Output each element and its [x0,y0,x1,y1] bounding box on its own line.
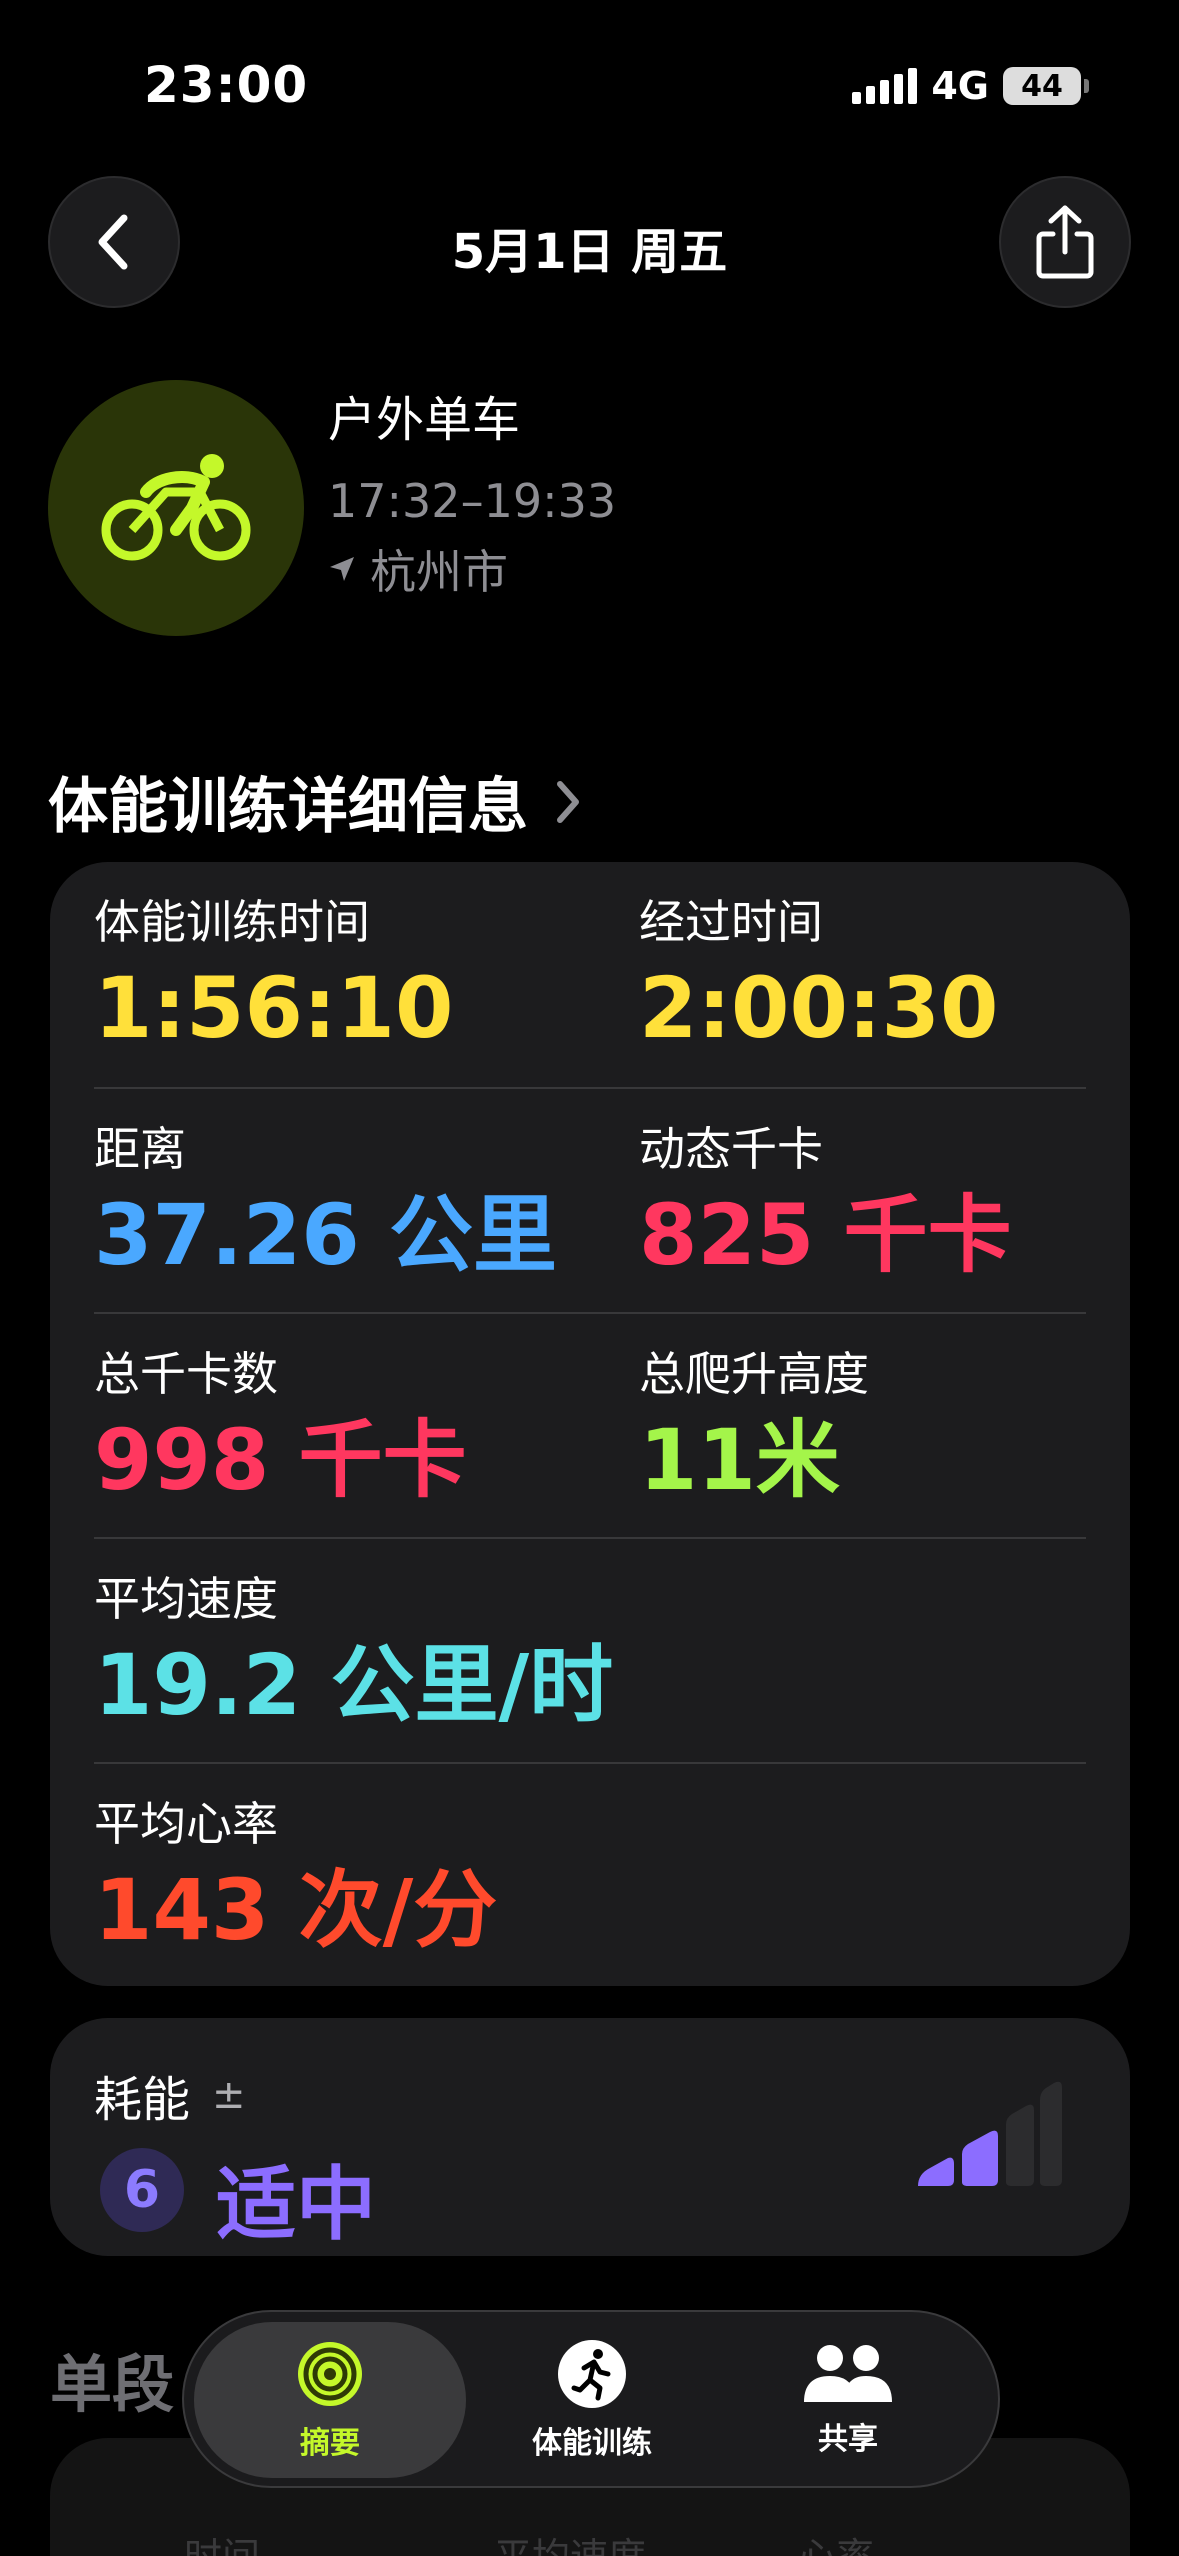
metric-value: 11米 [639,1411,840,1509]
effort-bars-icon [918,2081,1062,2186]
metric-total-calories: 总千卡数 998 千卡 [94,1344,467,1512]
battery-icon: 44 [1003,67,1089,105]
metric-label: 动态千卡 [639,1122,823,1176]
tab-workouts[interactable]: 体能训练 [456,2322,728,2478]
segments-column-header: 时间 [184,2526,260,2556]
metric-value: 1:56:10 [94,959,454,1057]
metric-value: 2:00:30 [639,959,999,1057]
metrics-row: 距离 37.26 公里 动态千卡 825 千卡 [94,1087,1086,1312]
tab-label: 摘要 [300,2426,360,2461]
activity-rings-icon [298,2342,362,2406]
effort-card[interactable]: 耗能 ± 6 适中 [50,2018,1130,2256]
metrics-row: 体能训练时间 1:56:10 经过时间 2:00:30 [94,862,1086,1087]
signal-icon [852,68,918,104]
effort-label-text: 耗能 [94,2072,191,2128]
metric-label: 经过时间 [639,895,823,949]
share-icon [1036,205,1094,279]
cycling-icon [101,454,251,561]
metric-label: 平均速度 [94,1572,278,1626]
effort-level: 适中 [216,2158,376,2251]
effort-label: 耗能 ± [94,2060,246,2130]
location-text: 杭州市 [370,545,508,599]
section-title-text: 体能训练详细信息 [48,772,528,842]
location-arrow-icon [330,557,354,581]
metric-avg-speed: 平均速度 19.2 公里/时 [94,1569,613,1737]
tab-label: 共享 [818,2422,878,2457]
segments-column-header: 心率 [798,2526,874,2556]
tab-bar: 摘要 体能训练 共享 [182,2310,1000,2488]
metric-value: 825 千卡 [639,1186,1012,1284]
metrics-card: 体能训练时间 1:56:10 经过时间 2:00:30 距离 37.26 公里 … [50,862,1130,1986]
workout-detail-screen: 23:00 4G 44 5月1日 周五 户外单车 17:32–19:33 杭州市 [0,0,1179,2556]
metric-elevation-gain: 总爬升高度 11米 [639,1344,869,1512]
segments-column-header: 平均速度 [494,2526,646,2556]
metric-distance: 距离 37.26 公里 [94,1119,557,1287]
metric-value: 998 千卡 [94,1411,467,1509]
metric-label: 平均心率 [94,1797,278,1851]
metric-label: 总爬升高度 [639,1347,869,1401]
people-icon [804,2345,892,2402]
metric-label: 总千卡数 [94,1347,278,1401]
metric-value: 143 次/分 [94,1861,498,1959]
workout-details-link[interactable]: 体能训练详细信息 [48,758,582,845]
metrics-row: 平均速度 19.2 公里/时 [94,1537,1086,1762]
effort-score-badge: 6 [100,2148,184,2232]
metric-value: 19.2 公里/时 [94,1636,614,1734]
metric-label: 体能训练时间 [94,895,370,949]
status-time: 23:00 [144,56,309,114]
segments-title: 单段 [50,2348,175,2421]
effort-adjust-icon: ± [212,2072,246,2118]
workout-time-range: 17:32–19:33 [328,474,617,528]
metric-active-calories: 动态千卡 825 千卡 [639,1119,1012,1287]
metrics-row: 总千卡数 998 千卡 总爬升高度 11米 [94,1312,1086,1537]
cycling-icon-badge [48,380,304,636]
share-button[interactable] [999,176,1131,308]
metric-workout-time: 体能训练时间 1:56:10 [94,892,453,1060]
network-type: 4G [931,64,989,108]
workout-location: 杭州市 [328,536,508,602]
metric-avg-heart-rate: 平均心率 143 次/分 [94,1794,497,1962]
metric-elapsed-time: 经过时间 2:00:30 [639,892,998,1060]
workout-type: 户外单车 [328,392,521,448]
tab-summary[interactable]: 摘要 [194,2322,466,2478]
metrics-row: 平均心率 143 次/分 [94,1762,1086,1987]
tab-label: 体能训练 [532,2426,652,2461]
chevron-right-icon [557,780,579,823]
metric-label: 距离 [94,1122,186,1176]
battery-level: 44 [1021,68,1063,104]
tab-sharing[interactable]: 共享 [712,2322,984,2478]
metric-value: 37.26 公里 [94,1186,557,1284]
runner-icon [558,2340,626,2408]
status-indicators: 4G 44 [852,64,1089,108]
